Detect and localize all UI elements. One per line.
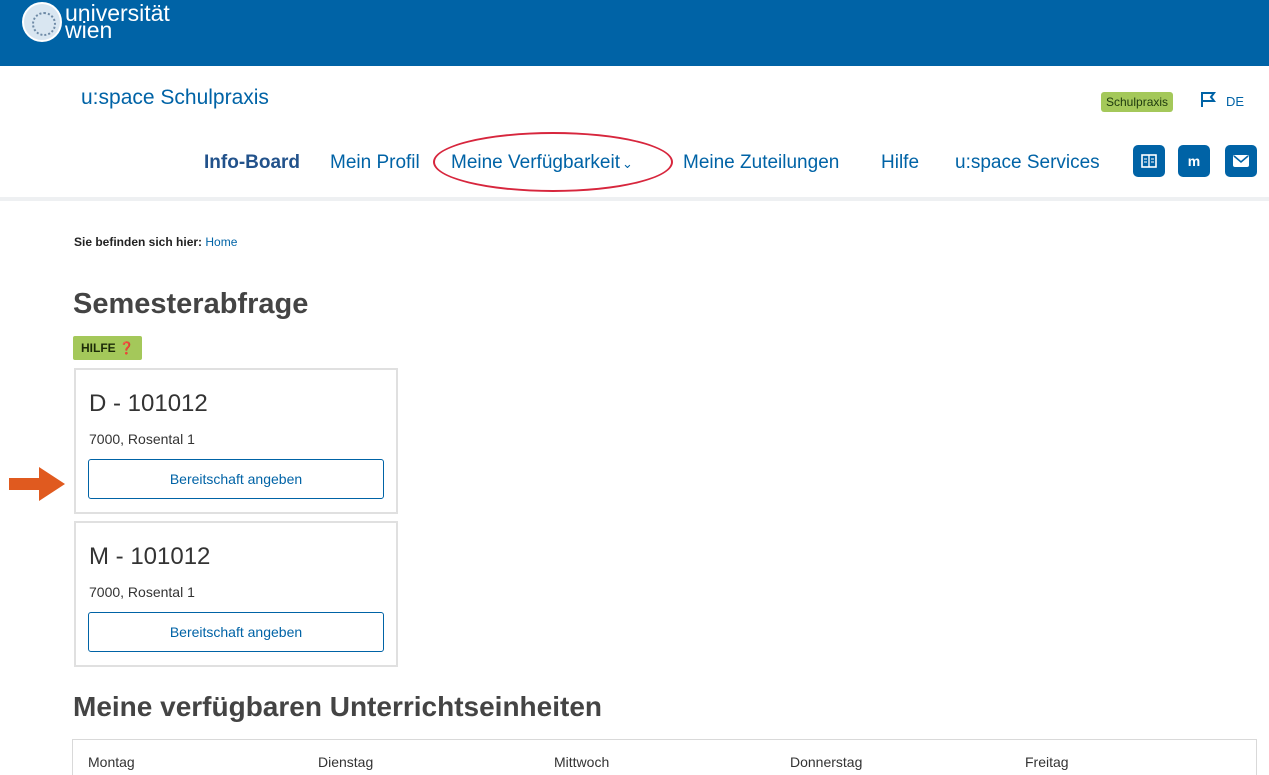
breadcrumb: Sie befinden sich hier: Home	[74, 235, 237, 249]
school-code: D - 101012	[89, 390, 208, 417]
moodle-icon: m	[1187, 153, 1201, 169]
schulpraxis-badge: Schulpraxis	[1101, 92, 1174, 112]
school-card: M - 101012 7000, Rosental 1 Bereitschaft…	[74, 521, 398, 667]
nav-mein-profil[interactable]: Mein Profil	[330, 152, 420, 174]
semester-title: Semesterabfrage	[73, 288, 309, 320]
university-seal-icon	[22, 2, 62, 42]
day-header: Dienstag	[318, 754, 374, 770]
handbook-icon	[1141, 154, 1157, 168]
language-switch[interactable]: DE	[1226, 94, 1244, 109]
brand-bar: universität wien	[0, 0, 1269, 66]
school-code: M - 101012	[89, 543, 211, 570]
nav-meine-zuteilungen[interactable]: Meine Zuteilungen	[683, 152, 839, 174]
day-header: Montag	[88, 754, 135, 770]
breadcrumb-home-link[interactable]: Home	[205, 235, 237, 249]
school-card: D - 101012 7000, Rosental 1 Bereitschaft…	[74, 368, 398, 514]
mail-button[interactable]	[1225, 145, 1257, 177]
mail-icon	[1233, 155, 1249, 167]
help-button[interactable]: HILFE ❓	[73, 336, 142, 360]
handbook-button[interactable]	[1133, 145, 1165, 177]
day-header: Freitag	[1025, 754, 1069, 770]
availability-table	[72, 739, 1257, 775]
day-header: Mittwoch	[554, 754, 610, 770]
school-address: 7000, Rosental 1	[89, 584, 195, 600]
header-divider	[0, 197, 1269, 201]
nav-uspace-services[interactable]: u:space Services	[955, 152, 1100, 174]
help-button-label: HILFE	[81, 341, 116, 355]
nav-hilfe[interactable]: Hilfe	[881, 152, 919, 174]
flag-icon[interactable]	[1199, 90, 1217, 108]
nav-info-board[interactable]: Info-Board	[204, 152, 300, 174]
app-title[interactable]: u:space Schulpraxis	[81, 86, 269, 110]
annotation-circle	[433, 132, 673, 192]
question-circle-icon: ❓	[119, 341, 134, 355]
breadcrumb-prefix: Sie befinden sich hier:	[74, 235, 203, 249]
availability-title: Meine verfügbaren Unterrichtseinheiten	[73, 691, 603, 722]
annotation-arrow-icon	[9, 467, 65, 501]
bereitschaft-button[interactable]: Bereitschaft angeben	[88, 612, 384, 652]
day-header: Donnerstag	[790, 754, 863, 770]
bereitschaft-button[interactable]: Bereitschaft angeben	[88, 459, 384, 499]
university-logo[interactable]: universität wien	[22, 2, 170, 42]
logo-text: universität wien	[65, 2, 170, 42]
school-address: 7000, Rosental 1	[89, 431, 195, 447]
moodle-button[interactable]: m	[1178, 145, 1210, 177]
